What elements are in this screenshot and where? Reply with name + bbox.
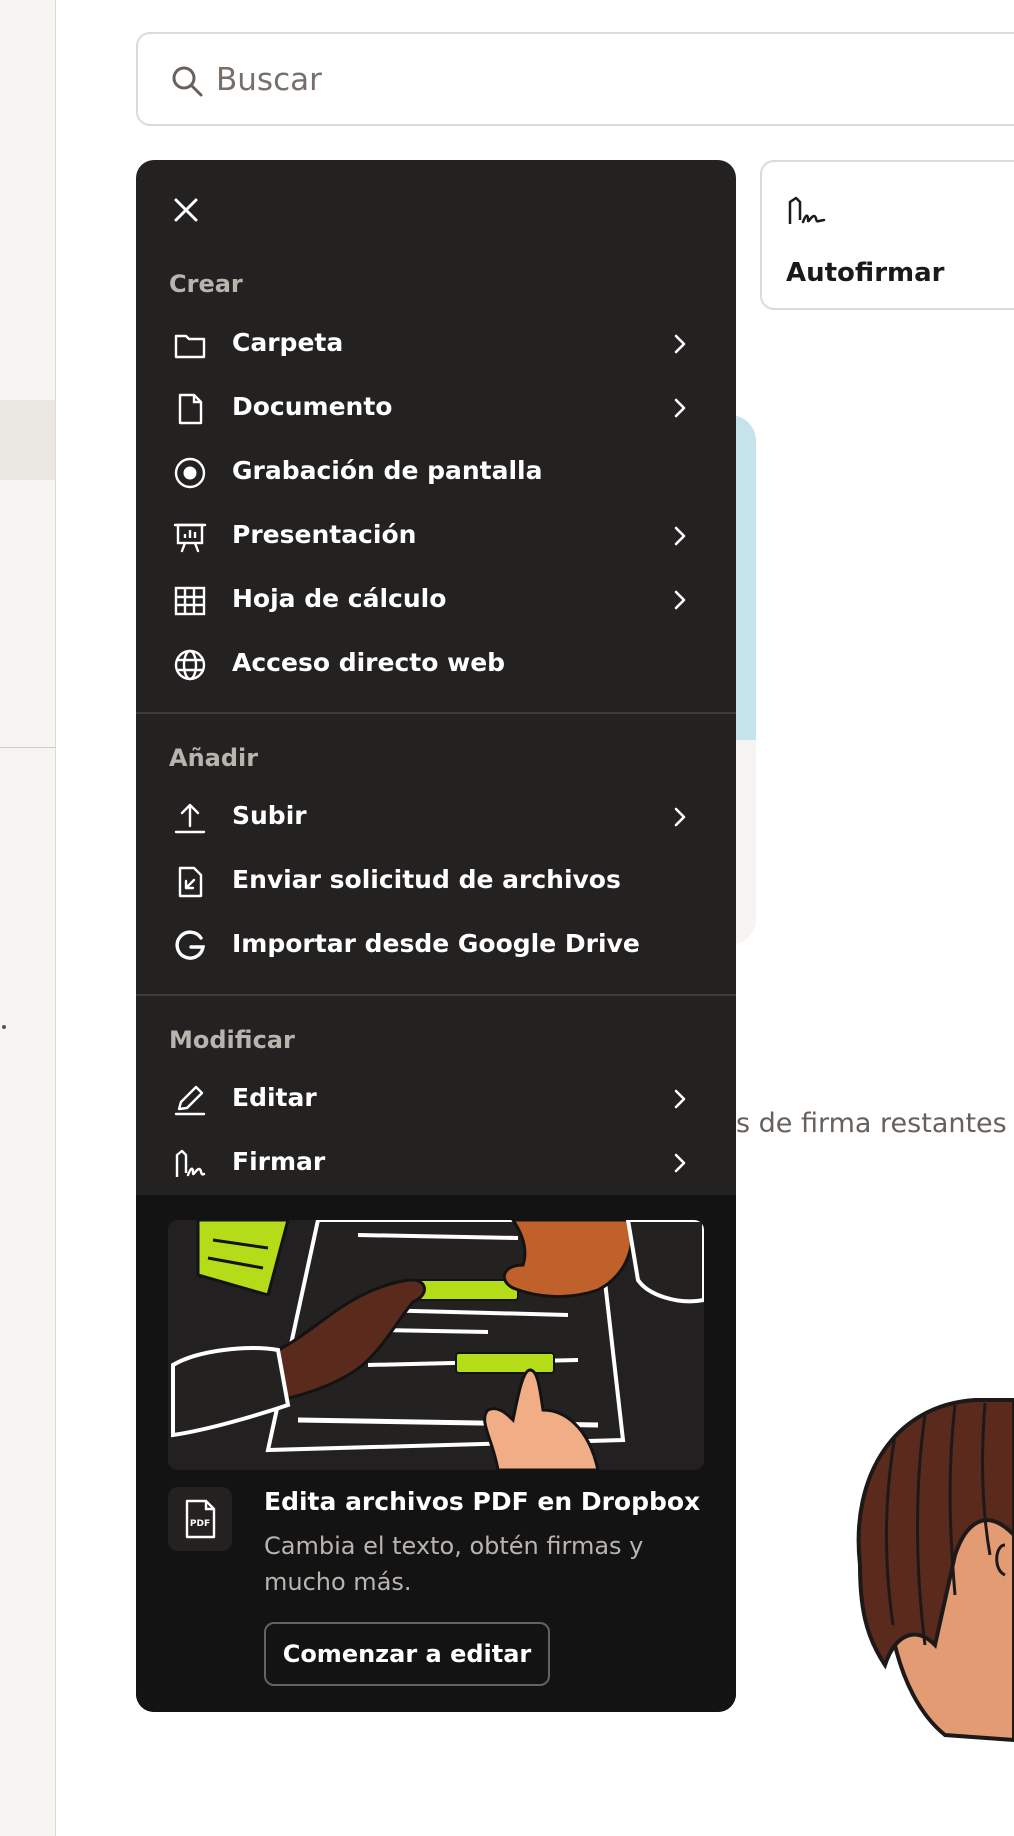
menu-item-label: Importar desde Google Drive (232, 929, 640, 958)
chevron-right-icon (674, 1153, 686, 1173)
upload-icon (174, 803, 206, 834)
menu-item-label: Firmar (232, 1147, 326, 1176)
pdf-badge: PDF (168, 1487, 232, 1551)
presentation-icon (173, 523, 207, 553)
section-title-modificar: Modificar (169, 1026, 295, 1054)
search-input[interactable] (214, 54, 998, 106)
chevron-right-icon (674, 526, 686, 546)
pencil-icon (174, 1085, 206, 1116)
start-editing-button[interactable]: Comenzar a editar (264, 1622, 550, 1686)
menu-item-acceso-directo-web[interactable]: Acceso directo web (136, 633, 736, 695)
menu-divider (136, 994, 736, 996)
menu-item-label: Carpeta (232, 328, 344, 357)
pdf-file-icon: PDF (185, 1499, 216, 1539)
menu-divider (136, 712, 736, 714)
new-item-menu: Crear Carpeta Documento Grabación de pan… (136, 160, 736, 1712)
menu-item-carpeta[interactable]: Carpeta (136, 313, 736, 375)
menu-item-label: Documento (232, 392, 393, 421)
search-icon (172, 66, 203, 97)
autofirmar-label: Autofirmar (786, 258, 945, 288)
globe-icon (174, 649, 206, 681)
menu-item-solicitud-archivos[interactable]: Enviar solicitud de archivos (136, 850, 736, 912)
sidebar-divider (0, 747, 55, 748)
menu-item-label: Hoja de cálculo (232, 584, 447, 613)
menu-item-label: Presentación (232, 520, 417, 549)
menu-item-subir[interactable]: Subir (136, 786, 736, 848)
folder-icon (174, 334, 206, 359)
spreadsheet-icon (174, 586, 206, 616)
person-illustration (856, 1398, 1014, 1743)
menu-item-label: Grabación de pantalla (232, 456, 543, 485)
menu-item-firmar[interactable]: Firmar (136, 1132, 736, 1194)
document-icon (178, 393, 203, 425)
record-icon (174, 457, 206, 489)
sign-icon (788, 196, 826, 224)
menu-item-google-drive[interactable]: Importar desde Google Drive (136, 914, 736, 976)
file-request-icon (178, 866, 203, 898)
autofirmar-card[interactable]: Autofirmar (760, 160, 1014, 310)
pdf-signing-illustration (168, 1220, 704, 1470)
menu-item-label: Acceso directo web (232, 648, 506, 677)
search-bar[interactable] (136, 32, 1014, 126)
sidebar-dot (2, 1025, 6, 1029)
chevron-right-icon (674, 590, 686, 610)
menu-item-label: Subir (232, 801, 307, 830)
menu-item-hoja-de-calculo[interactable]: Hoja de cálculo (136, 569, 736, 631)
chevron-right-icon (674, 398, 686, 418)
chevron-right-icon (674, 807, 686, 827)
menu-item-label: Enviar solicitud de archivos (232, 865, 621, 894)
promo-description: Cambia el texto, obtén firmas y mucho má… (264, 1532, 644, 1596)
section-title-crear: Crear (169, 270, 243, 298)
pdf-badge-label: PDF (190, 1519, 210, 1529)
chevron-right-icon (674, 334, 686, 354)
chevron-right-icon (674, 1089, 686, 1109)
left-sidebar (0, 0, 56, 1836)
signature-requests-remaining-text: s de firma restantes e (736, 1108, 1014, 1139)
menu-item-documento[interactable]: Documento (136, 377, 736, 439)
menu-item-presentacion[interactable]: Presentación (136, 505, 736, 567)
sign-icon (175, 1149, 206, 1177)
menu-item-grabacion[interactable]: Grabación de pantalla (136, 441, 736, 503)
menu-item-label: Editar (232, 1083, 317, 1112)
google-icon (175, 930, 205, 960)
menu-item-editar[interactable]: Editar (136, 1068, 736, 1130)
close-icon[interactable] (166, 190, 206, 230)
promo-title: Edita archivos PDF en Dropbox (264, 1487, 701, 1516)
section-title-anadir: Añadir (169, 744, 259, 772)
sidebar-active-item[interactable] (0, 400, 55, 480)
